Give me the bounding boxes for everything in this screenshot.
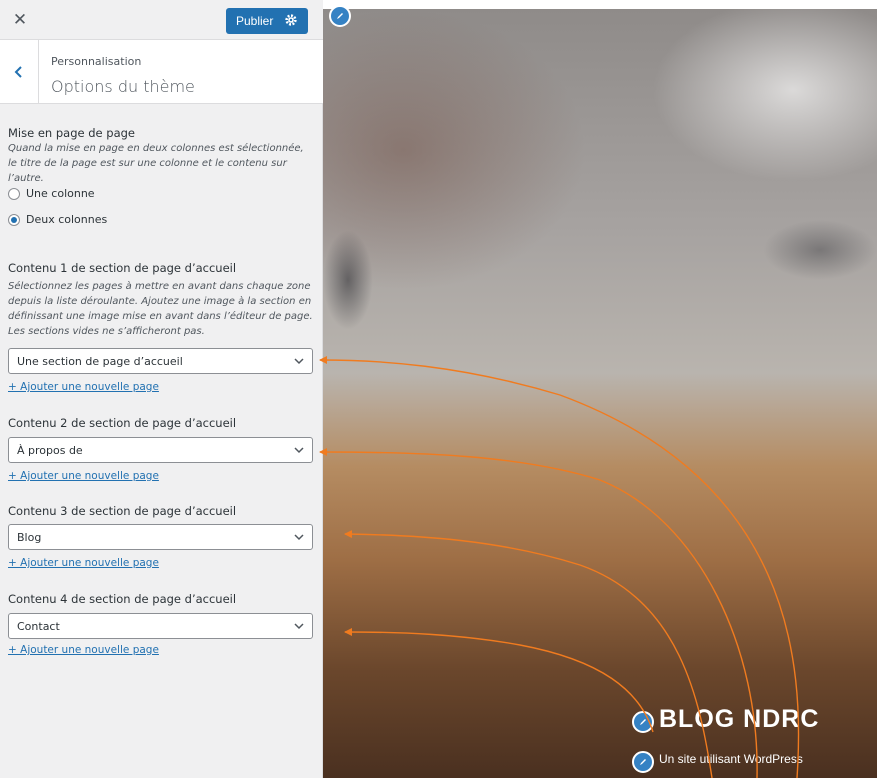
chevron-down-icon <box>294 447 304 454</box>
page-title: Options du thème <box>51 77 195 96</box>
add-new-page-link-1[interactable]: + Ajouter une nouvelle page <box>8 381 159 393</box>
homepage-section-3-title: Contenu 3 de section de page d’accueil <box>8 504 237 518</box>
radio-label: Deux colonnes <box>26 213 108 226</box>
background-photo-detail <box>763 220 877 280</box>
publish-button-label: Publier <box>236 14 274 28</box>
chevron-down-icon <box>294 358 304 365</box>
section-header: Personnalisation Options du thème <box>0 40 323 104</box>
homepage-section-2-select[interactable]: À propos de <box>8 437 313 463</box>
customizer-header-actions: ✕ Publier <box>0 0 323 40</box>
radio-one-column[interactable]: Une colonne <box>8 187 95 200</box>
site-tagline: Un site utilisant WordPress <box>659 752 803 766</box>
pencil-icon <box>640 719 646 725</box>
add-new-page-link-2[interactable]: + Ajouter une nouvelle page <box>8 470 159 482</box>
radio-button[interactable] <box>8 187 20 200</box>
back-button[interactable] <box>0 40 39 103</box>
chevron-down-icon <box>294 534 304 541</box>
pencil-icon <box>337 13 343 19</box>
pencil-icon <box>640 759 646 765</box>
edit-shortcut-tagline[interactable] <box>632 751 654 773</box>
homepage-section-4-select[interactable]: Contact <box>8 613 313 639</box>
customizer-sidebar: ✕ Publier Personnalisation Options du th… <box>0 0 323 778</box>
add-new-page-link-3[interactable]: + Ajouter une nouvelle page <box>8 557 159 569</box>
site-title[interactable]: BLOG NDRC <box>659 705 819 734</box>
edit-shortcut-header[interactable] <box>329 5 351 27</box>
edit-shortcut-site-title[interactable] <box>632 711 654 733</box>
homepage-section-4-title: Contenu 4 de section de page d’accueil <box>8 592 237 606</box>
preview-top-bar <box>323 0 877 9</box>
site-preview: BLOG NDRC Un site utilisant WordPress <box>323 0 877 778</box>
breadcrumb: Personnalisation <box>51 55 142 68</box>
background-photo-detail <box>323 230 373 330</box>
homepage-section-1-select[interactable]: Une section de page d’accueil <box>8 348 313 374</box>
select-value: Contact <box>17 619 60 633</box>
chevron-down-icon <box>294 623 304 630</box>
homepage-section-2-title: Contenu 2 de section de page d’accueil <box>8 416 237 430</box>
radio-two-columns[interactable]: Deux colonnes <box>8 213 107 226</box>
select-value: Blog <box>17 530 42 544</box>
add-new-page-link-4[interactable]: + Ajouter une nouvelle page <box>8 644 159 656</box>
chevron-left-icon <box>14 65 22 78</box>
homepage-section-1-title: Contenu 1 de section de page d’accueil <box>8 261 237 275</box>
close-customizer-button[interactable]: ✕ <box>0 0 40 40</box>
homepage-section-description: Sélectionnez les pages à mettre en avant… <box>8 281 313 337</box>
publish-button[interactable]: Publier <box>226 8 308 34</box>
homepage-section-3-select[interactable]: Blog <box>8 524 313 550</box>
gear-icon[interactable] <box>284 13 298 27</box>
select-value: Une section de page d’accueil <box>17 354 183 368</box>
close-icon: ✕ <box>12 10 28 30</box>
page-layout-title: Mise en page de page <box>8 126 135 140</box>
radio-button-checked[interactable] <box>8 213 20 226</box>
select-value: À propos de <box>17 443 83 457</box>
radio-label: Une colonne <box>26 187 95 200</box>
page-layout-description: Quand la mise en page en deux colonnes e… <box>8 143 304 184</box>
